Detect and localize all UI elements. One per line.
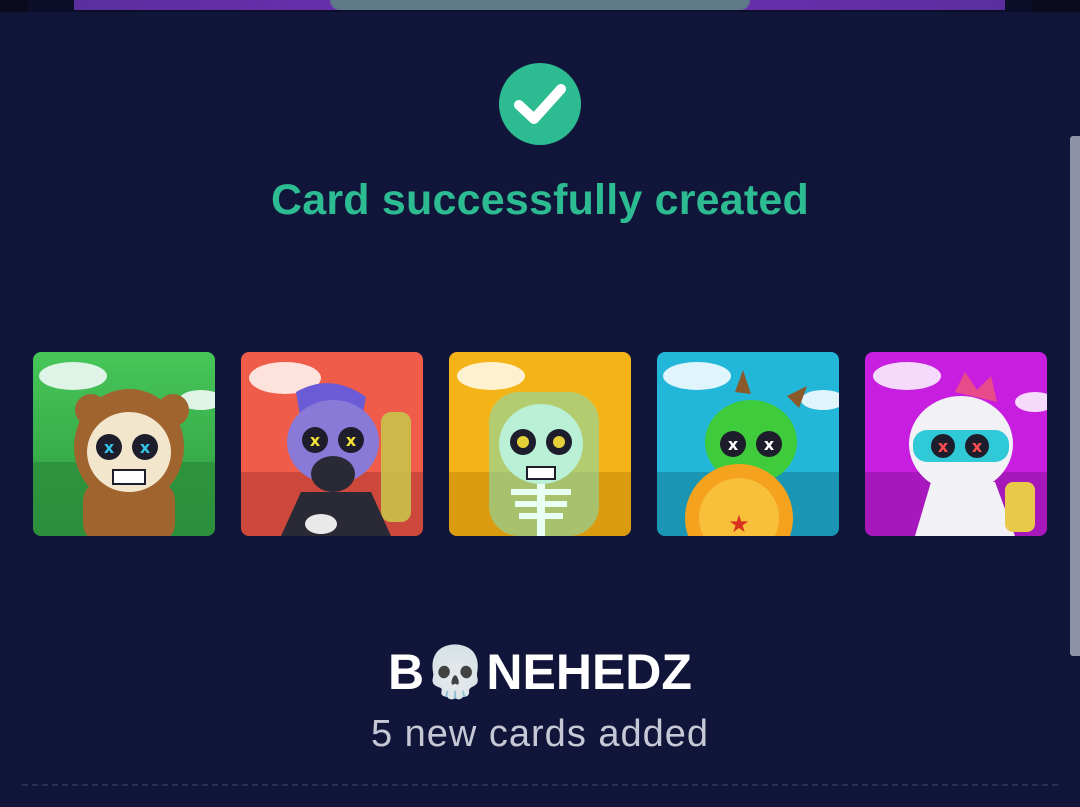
card-thumbnail-2[interactable]: x x — [241, 352, 423, 536]
card-thumbnail-4[interactable]: x x ★ — [657, 352, 839, 536]
divider — [22, 784, 1058, 786]
cards-added-summary: 5 new cards added — [370, 713, 710, 755]
svg-text:x: x — [728, 435, 739, 454]
card-gallery: x x x x x x ★ x x — [33, 352, 1047, 536]
svg-text:x: x — [764, 435, 775, 454]
check-circle-icon — [498, 62, 582, 146]
svg-text:x: x — [140, 438, 151, 457]
svg-text:x: x — [104, 438, 115, 457]
svg-text:x: x — [938, 437, 949, 456]
card-thumbnail-5[interactable]: x x — [865, 352, 1047, 536]
card-thumbnail-3[interactable] — [449, 352, 631, 536]
background-banner-art — [0, 0, 1080, 12]
success-message: Card successfully created — [271, 176, 809, 224]
svg-text:x: x — [310, 431, 321, 450]
card-thumbnail-1[interactable]: x x — [33, 352, 215, 536]
svg-text:x: x — [972, 437, 983, 456]
svg-text:★: ★ — [728, 510, 750, 536]
collection-name: B💀NEHEDZ — [388, 644, 692, 700]
svg-text:x: x — [346, 431, 357, 450]
